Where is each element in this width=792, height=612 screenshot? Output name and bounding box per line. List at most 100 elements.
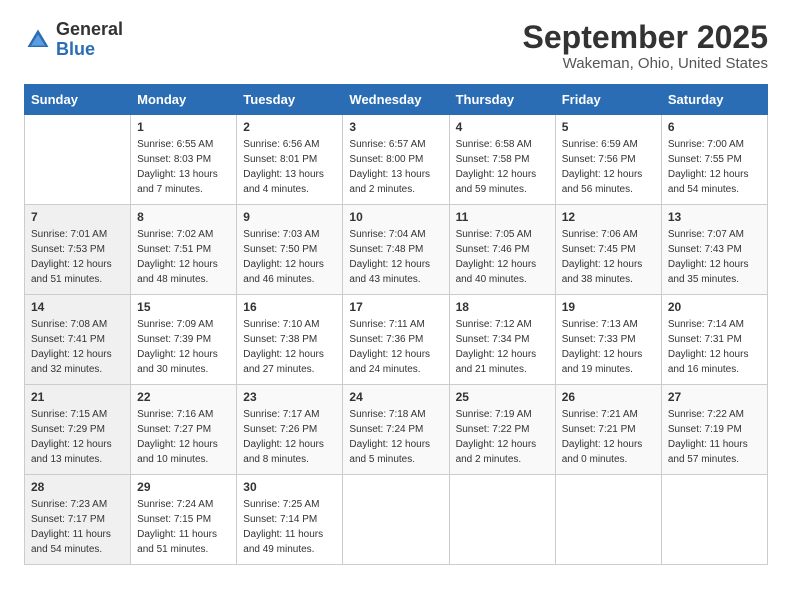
day-number: 13 — [668, 210, 761, 224]
calendar-cell: 27 Sunrise: 7:22 AM Sunset: 7:19 PM Dayli… — [661, 385, 767, 475]
calendar-cell: 18Sunrise: 7:12 AM Sunset: 7:34 PM Dayli… — [449, 295, 555, 385]
calendar-cell: 4 Sunrise: 6:58 AM Sunset: 7:58 PM Daylig… — [449, 115, 555, 205]
calendar-cell: 11Sunrise: 7:05 AM Sunset: 7:46 PM Dayli… — [449, 205, 555, 295]
day-info: Sunrise: 7:21 AM Sunset: 7:21 PM Dayligh… — [562, 407, 655, 467]
week-row-5: 28 Sunrise: 7:23 AM Sunset: 7:17 PM Dayli… — [25, 475, 768, 565]
day-info: Sunrise: 7:17 AM Sunset: 7:26 PM Dayligh… — [243, 407, 336, 467]
day-info: Sunrise: 6:57 AM Sunset: 8:00 PM Dayligh… — [349, 137, 442, 197]
day-info: Sunrise: 7:09 AM Sunset: 7:39 PM Dayligh… — [137, 317, 230, 377]
calendar-cell — [25, 115, 131, 205]
day-number: 4 — [456, 120, 549, 134]
calendar-cell: 28 Sunrise: 7:23 AM Sunset: 7:17 PM Dayli… — [25, 475, 131, 565]
day-number: 12 — [562, 210, 655, 224]
day-info: Sunrise: 7:00 AM Sunset: 7:55 PM Dayligh… — [668, 137, 761, 197]
day-info: Sunrise: 7:14 AM Sunset: 7:31 PM Dayligh… — [668, 317, 761, 377]
day-number: 29 — [137, 480, 230, 494]
header-thursday: Thursday — [449, 85, 555, 115]
calendar-cell: 19 Sunrise: 7:13 AM Sunset: 7:33 PM Dayli… — [555, 295, 661, 385]
logo-blue-text: Blue — [56, 39, 95, 59]
calendar-cell: 6 Sunrise: 7:00 AM Sunset: 7:55 PM Daylig… — [661, 115, 767, 205]
calendar-cell: 26 Sunrise: 7:21 AM Sunset: 7:21 PM Dayli… — [555, 385, 661, 475]
day-info: Sunrise: 7:16 AM Sunset: 7:27 PM Dayligh… — [137, 407, 230, 467]
day-number: 7 — [31, 210, 124, 224]
header-saturday: Saturday — [661, 85, 767, 115]
calendar-cell: 8 Sunrise: 7:02 AM Sunset: 7:51 PM Daylig… — [131, 205, 237, 295]
day-info: Sunrise: 7:12 AM Sunset: 7:34 PM Dayligh… — [456, 317, 549, 377]
day-info: Sunrise: 7:01 AM Sunset: 7:53 PM Dayligh… — [31, 227, 124, 287]
day-number: 24 — [349, 390, 442, 404]
day-number: 17 — [349, 300, 442, 314]
week-row-1: 1Sunrise: 6:55 AM Sunset: 8:03 PM Daylig… — [25, 115, 768, 205]
header-row: SundayMondayTuesdayWednesdayThursdayFrid… — [25, 85, 768, 115]
calendar-cell: 30 Sunrise: 7:25 AM Sunset: 7:14 PM Dayli… — [237, 475, 343, 565]
calendar-cell: 22Sunrise: 7:16 AM Sunset: 7:27 PM Dayli… — [131, 385, 237, 475]
day-number: 16 — [243, 300, 336, 314]
day-number: 21 — [31, 390, 124, 404]
calendar-cell — [449, 475, 555, 565]
header-friday: Friday — [555, 85, 661, 115]
day-number: 23 — [243, 390, 336, 404]
day-number: 15 — [137, 300, 230, 314]
day-info: Sunrise: 7:15 AM Sunset: 7:29 PM Dayligh… — [31, 407, 124, 467]
day-number: 6 — [668, 120, 761, 134]
calendar-cell — [343, 475, 449, 565]
day-info: Sunrise: 7:04 AM Sunset: 7:48 PM Dayligh… — [349, 227, 442, 287]
calendar-cell: 1Sunrise: 6:55 AM Sunset: 8:03 PM Daylig… — [131, 115, 237, 205]
day-info: Sunrise: 7:03 AM Sunset: 7:50 PM Dayligh… — [243, 227, 336, 287]
day-info: Sunrise: 7:02 AM Sunset: 7:51 PM Dayligh… — [137, 227, 230, 287]
day-number: 14 — [31, 300, 124, 314]
week-row-3: 14Sunrise: 7:08 AM Sunset: 7:41 PM Dayli… — [25, 295, 768, 385]
day-info: Sunrise: 7:06 AM Sunset: 7:45 PM Dayligh… — [562, 227, 655, 287]
day-info: Sunrise: 7:23 AM Sunset: 7:17 PM Dayligh… — [31, 497, 124, 557]
day-number: 5 — [562, 120, 655, 134]
day-number: 10 — [349, 210, 442, 224]
day-info: Sunrise: 7:11 AM Sunset: 7:36 PM Dayligh… — [349, 317, 442, 377]
day-info: Sunrise: 7:07 AM Sunset: 7:43 PM Dayligh… — [668, 227, 761, 287]
logo-icon — [24, 26, 52, 54]
calendar-cell: 17 Sunrise: 7:11 AM Sunset: 7:36 PM Dayli… — [343, 295, 449, 385]
day-number: 3 — [349, 120, 442, 134]
calendar-cell: 20Sunrise: 7:14 AM Sunset: 7:31 PM Dayli… — [661, 295, 767, 385]
day-info: Sunrise: 6:58 AM Sunset: 7:58 PM Dayligh… — [456, 137, 549, 197]
calendar-cell: 24 Sunrise: 7:18 AM Sunset: 7:24 PM Dayli… — [343, 385, 449, 475]
day-number: 27 — [668, 390, 761, 404]
day-number: 25 — [456, 390, 549, 404]
calendar-title: September 2025 — [523, 20, 768, 55]
calendar-cell: 21 Sunrise: 7:15 AM Sunset: 7:29 PM Dayli… — [25, 385, 131, 475]
week-row-4: 21 Sunrise: 7:15 AM Sunset: 7:29 PM Dayli… — [25, 385, 768, 475]
header-wednesday: Wednesday — [343, 85, 449, 115]
calendar-cell: 9 Sunrise: 7:03 AM Sunset: 7:50 PM Daylig… — [237, 205, 343, 295]
header-monday: Monday — [131, 85, 237, 115]
day-info: Sunrise: 7:05 AM Sunset: 7:46 PM Dayligh… — [456, 227, 549, 287]
logo-general-text: General — [56, 19, 123, 39]
day-number: 28 — [31, 480, 124, 494]
day-info: Sunrise: 6:55 AM Sunset: 8:03 PM Dayligh… — [137, 137, 230, 197]
day-info: Sunrise: 7:18 AM Sunset: 7:24 PM Dayligh… — [349, 407, 442, 467]
header-sunday: Sunday — [25, 85, 131, 115]
calendar-cell: 14Sunrise: 7:08 AM Sunset: 7:41 PM Dayli… — [25, 295, 131, 385]
calendar-header: SundayMondayTuesdayWednesdayThursdayFrid… — [25, 85, 768, 115]
calendar-cell: 16Sunrise: 7:10 AM Sunset: 7:38 PM Dayli… — [237, 295, 343, 385]
day-number: 19 — [562, 300, 655, 314]
day-number: 8 — [137, 210, 230, 224]
calendar-cell — [555, 475, 661, 565]
calendar-cell: 10 Sunrise: 7:04 AM Sunset: 7:48 PM Dayli… — [343, 205, 449, 295]
calendar-cell: 25Sunrise: 7:19 AM Sunset: 7:22 PM Dayli… — [449, 385, 555, 475]
calendar-cell: 15 Sunrise: 7:09 AM Sunset: 7:39 PM Dayli… — [131, 295, 237, 385]
calendar-cell: 23 Sunrise: 7:17 AM Sunset: 7:26 PM Dayli… — [237, 385, 343, 475]
calendar-cell: 13 Sunrise: 7:07 AM Sunset: 7:43 PM Dayli… — [661, 205, 767, 295]
day-info: Sunrise: 7:13 AM Sunset: 7:33 PM Dayligh… — [562, 317, 655, 377]
day-number: 26 — [562, 390, 655, 404]
calendar-cell: 7 Sunrise: 7:01 AM Sunset: 7:53 PM Daylig… — [25, 205, 131, 295]
logo: General Blue — [24, 20, 123, 60]
calendar-cell: 5Sunrise: 6:59 AM Sunset: 7:56 PM Daylig… — [555, 115, 661, 205]
day-info: Sunrise: 7:25 AM Sunset: 7:14 PM Dayligh… — [243, 497, 336, 557]
header-tuesday: Tuesday — [237, 85, 343, 115]
day-number: 9 — [243, 210, 336, 224]
day-number: 30 — [243, 480, 336, 494]
calendar-cell — [661, 475, 767, 565]
week-row-2: 7 Sunrise: 7:01 AM Sunset: 7:53 PM Daylig… — [25, 205, 768, 295]
day-info: Sunrise: 7:22 AM Sunset: 7:19 PM Dayligh… — [668, 407, 761, 467]
calendar-table: SundayMondayTuesdayWednesdayThursdayFrid… — [24, 84, 768, 565]
day-info: Sunrise: 7:24 AM Sunset: 7:15 PM Dayligh… — [137, 497, 230, 557]
